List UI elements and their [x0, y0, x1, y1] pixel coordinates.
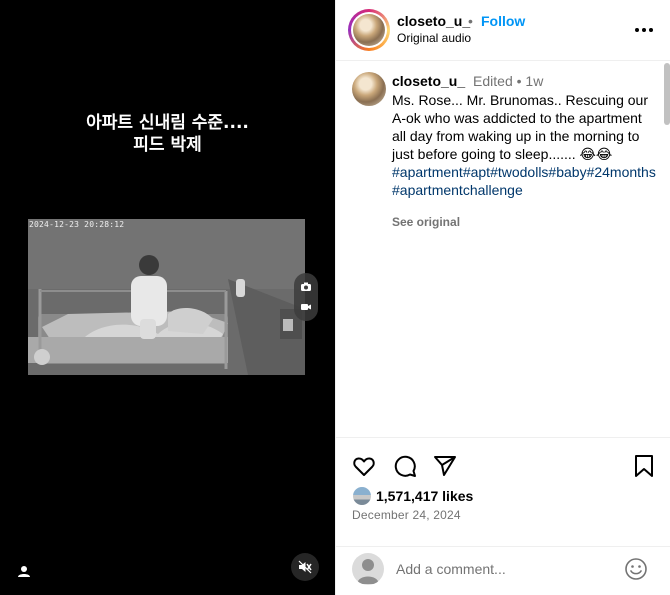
- follow-button[interactable]: Follow: [481, 13, 525, 29]
- cctv-scene: [28, 219, 305, 375]
- bookmark-icon[interactable]: [632, 454, 656, 478]
- default-avatar-icon: [357, 559, 379, 584]
- caption-separator: •: [516, 73, 522, 89]
- user-tag-icon[interactable]: [14, 563, 34, 581]
- post-header: closeto_u_ • Follow Original audio: [336, 0, 670, 61]
- caption-section: closeto_u_ Edited • 1w Ms. Rose... Mr. B…: [336, 61, 661, 436]
- original-audio-link[interactable]: Original audio: [397, 31, 471, 45]
- caption-timestamp[interactable]: 1w: [525, 73, 543, 89]
- cctv-timestamp: 2024-12-23 20:28:12: [29, 220, 125, 229]
- caption-author-avatar[interactable]: [352, 72, 386, 106]
- camera-icon[interactable]: [300, 281, 312, 293]
- share-icon[interactable]: [433, 454, 457, 478]
- video-overlay-caption: 아파트 신내림 수준.... 피드 박제: [86, 113, 249, 155]
- caption-hashtags[interactable]: #apartment#apt#twodolls#baby#24months#ap…: [392, 164, 656, 198]
- header-separator: •: [468, 13, 473, 29]
- heart-icon[interactable]: [352, 454, 376, 478]
- speaker-muted-icon: [298, 560, 312, 574]
- add-comment-bar: [336, 546, 670, 595]
- post-side-panel: closeto_u_ • Follow Original audio close…: [335, 0, 670, 595]
- comment-icon[interactable]: [393, 454, 417, 478]
- comment-input[interactable]: [396, 558, 616, 580]
- caption-body: Ms. Rose... Mr. Brunomas.. Rescuing our …: [392, 92, 648, 162]
- see-original-link[interactable]: See original: [392, 215, 460, 229]
- caption-meta: closeto_u_ Edited • 1w: [392, 73, 543, 89]
- author-username[interactable]: closeto_u_: [397, 13, 470, 29]
- caption-username[interactable]: closeto_u_: [392, 73, 465, 89]
- edited-label: Edited: [473, 73, 513, 89]
- likes-count[interactable]: 1,571,417 likes: [376, 488, 473, 504]
- more-horizontal-icon[interactable]: [632, 21, 656, 39]
- emoji-icon[interactable]: [624, 557, 648, 581]
- post-date: December 24, 2024: [352, 508, 461, 522]
- post-actions: 1,571,417 likes December 24, 2024: [336, 437, 670, 595]
- scrollbar-thumb[interactable]: [664, 63, 670, 125]
- video-player[interactable]: 아파트 신내림 수준.... 피드 박제 2024-12-23 20:28:12: [0, 0, 335, 595]
- video-record-icon[interactable]: [300, 301, 312, 313]
- cctv-video-frame: 2024-12-23 20:28:12: [28, 219, 305, 375]
- liker-avatar: [352, 486, 372, 506]
- author-avatar[interactable]: [348, 9, 390, 51]
- caption-scrollbar[interactable]: [663, 61, 670, 437]
- caption-text: Ms. Rose... Mr. Brunomas.. Rescuing our …: [392, 91, 658, 199]
- current-user-avatar: [352, 553, 384, 585]
- camera-controls-panel: [294, 273, 318, 321]
- mute-button[interactable]: [291, 553, 319, 581]
